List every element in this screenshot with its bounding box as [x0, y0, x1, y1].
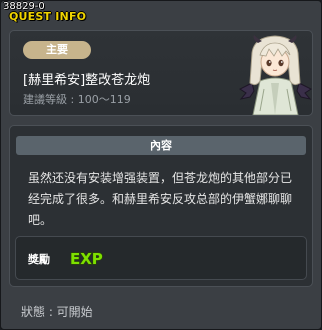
quest-description: 虽然还没有安装增强装置，但苍龙炮的其他部分已经完成了很多。和赫里希安反攻总部的伊…: [28, 171, 293, 227]
content-header: 內容: [16, 136, 306, 155]
quest-header-panel: 主要 [赫里希安]整改苍龙炮 建議等級 : 100～119: [9, 30, 313, 116]
exp-text: EXP: [70, 250, 103, 268]
exp-icon[interactable]: EXP: [69, 248, 103, 268]
recommended-level: 建議等級 : 100～119: [23, 93, 131, 106]
quest-type-badge: 主要: [23, 41, 91, 59]
reward-label: 獎勵: [28, 253, 50, 266]
quest-content-panel: 內容 虽然还没有安装增强装置，但苍龙炮的其他部分已经完成了很多。和赫里希安反攻总…: [9, 125, 313, 287]
reward-panel: 獎勵 EXP: [15, 236, 307, 280]
window-title: QUEST INFO: [9, 10, 87, 23]
npc-portrait-icon: [239, 35, 312, 115]
quest-name: [赫里希安]整改苍龙炮: [23, 73, 151, 88]
quest-info-window: 38829-0 QUEST INFO 主要 [赫里希安]整改苍龙炮 建議等級 :…: [0, 0, 322, 330]
quest-status: 狀態 : 可開始: [21, 305, 93, 319]
title-bar[interactable]: 38829-0 QUEST INFO: [1, 1, 322, 26]
